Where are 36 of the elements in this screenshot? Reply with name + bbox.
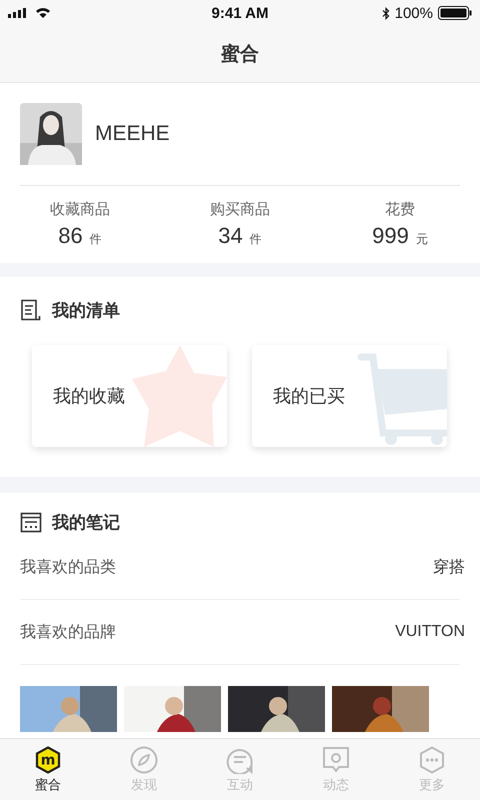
battery-icon [438,6,472,20]
stat-value: 999 [372,223,409,249]
section-title: 我的笔记 [52,512,120,534]
compass-icon [130,746,158,774]
user-name: MEEHE [95,122,170,146]
stat-label: 收藏商品 [50,200,110,219]
stat-value: 34 [218,223,243,249]
preference-value: VUITTON [395,623,465,641]
more-icon [419,746,445,774]
list-card[interactable]: 我的已买 [252,345,447,447]
preference-label: 我喜欢的品牌 [20,622,116,642]
section-title: 我的清单 [52,300,120,322]
star-icon [132,345,227,447]
tab[interactable]: 动态 [288,739,384,800]
stat-value: 86 [58,223,83,249]
monitor-icon [322,746,350,774]
logo-icon: m [35,746,61,774]
nav-title: 蜜合 [221,42,259,67]
stat-unit: 件 [90,231,102,248]
list-icon [20,299,42,321]
preference-label: 我喜欢的品类 [20,556,116,578]
tab[interactable]: 互动 [192,739,288,800]
bluetooth-icon [382,6,390,20]
stat-unit: 件 [250,231,262,248]
list-card[interactable]: 我的收藏 [32,345,227,447]
status-time: 9:41 AM [212,4,268,22]
stat-unit: 元 [416,231,428,248]
preference-value: 穿搭 [433,558,465,578]
notepad-icon [20,511,42,533]
tab[interactable]: 更多 [384,739,480,800]
stat-label: 花费 [385,200,415,219]
stat-label: 购买商品 [210,200,270,219]
tab[interactable]: m 蜜合 [0,739,96,800]
tab[interactable]: 发现 [96,739,192,800]
wifi-icon [35,7,51,19]
battery-percent: 100% [394,4,433,22]
